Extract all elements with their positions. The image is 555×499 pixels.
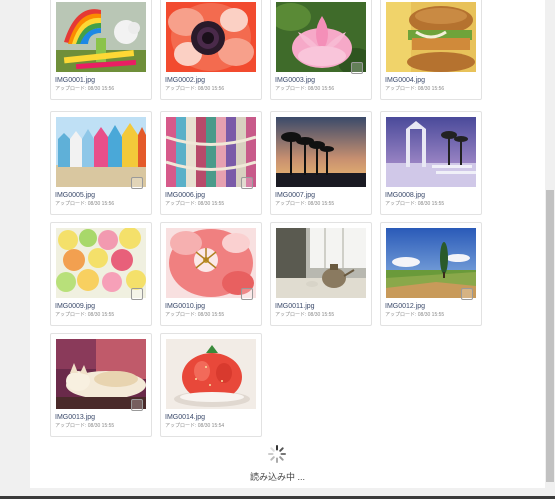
upload-date: アップロード: 08/30 15:55	[275, 312, 335, 318]
select-checkbox[interactable]	[241, 288, 253, 300]
upload-date: アップロード: 08/30 15:55	[275, 201, 335, 207]
thumbnail-image	[276, 228, 366, 298]
image-card[interactable]: IMG0011.jpg アップロード: 08/30 15:55	[270, 222, 372, 326]
image-card[interactable]: IMG0007.jpg アップロード: 08/30 15:55	[270, 111, 372, 215]
image-card[interactable]: IMG0002.jpg アップロード: 08/30 15:56	[160, 0, 262, 100]
bottom-bar	[0, 488, 555, 499]
image-card[interactable]: IMG0010.jpg アップロード: 08/30 15:55	[160, 222, 262, 326]
thumbnail-image	[276, 117, 366, 187]
image-card[interactable]: IMG0003.jpg アップロード: 08/30 15:56	[270, 0, 372, 100]
upload-date: アップロード: 08/30 15:54	[165, 423, 225, 429]
image-filename: IMG0008.jpg	[385, 192, 426, 199]
select-checkbox[interactable]	[461, 288, 473, 300]
image-card[interactable]: IMG0005.jpg アップロード: 08/30 15:56	[50, 111, 152, 215]
vertical-scrollbar[interactable]	[545, 0, 555, 488]
upload-date: アップロード: 08/30 15:55	[385, 312, 445, 318]
image-card[interactable]: IMG0008.jpg アップロード: 08/30 15:55	[380, 111, 482, 215]
thumbnail-image	[386, 117, 476, 187]
upload-date: アップロード: 08/30 15:56	[55, 201, 115, 207]
image-filename: IMG0009.jpg	[55, 303, 96, 310]
image-card[interactable]: IMG0012.jpg アップロード: 08/30 15:55	[380, 222, 482, 326]
loading-indicator: 読み込み中 ...	[30, 442, 525, 486]
upload-date: アップロード: 08/30 15:56	[55, 86, 115, 92]
image-card[interactable]: IMG0014.jpg アップロード: 08/30 15:54	[160, 333, 262, 437]
loading-label: 読み込み中 ...	[249, 472, 305, 482]
image-filename: IMG0011.jpg	[275, 303, 315, 310]
upload-date: アップロード: 08/30 15:55	[55, 312, 115, 318]
thumbnail-image	[166, 339, 256, 409]
image-card[interactable]: IMG0013.jpg アップロード: 08/30 15:55	[50, 333, 152, 437]
select-checkbox[interactable]	[131, 177, 143, 189]
image-card[interactable]: IMG0001.jpg アップロード: 08/30 15:56	[50, 0, 152, 100]
image-filename: IMG0013.jpg	[55, 414, 96, 421]
image-filename: IMG0003.jpg	[275, 77, 316, 84]
image-filename: IMG0002.jpg	[165, 77, 206, 84]
image-grid: IMG0001.jpg アップロード: 08/30 15:56 IMG0002.…	[50, 0, 490, 440]
image-filename: IMG0010.jpg	[165, 303, 206, 310]
scrollbar-thumb[interactable]	[546, 190, 554, 482]
upload-date: アップロード: 08/30 15:56	[165, 86, 225, 92]
select-checkbox[interactable]	[241, 177, 253, 189]
image-card[interactable]: IMG0004.jpg アップロード: 08/30 15:56	[380, 0, 482, 100]
image-filename: IMG0005.jpg	[55, 192, 96, 199]
select-checkbox[interactable]	[351, 62, 363, 74]
upload-date: アップロード: 08/30 15:55	[385, 201, 445, 207]
image-filename: IMG0014.jpg	[165, 414, 206, 421]
select-checkbox[interactable]	[131, 399, 143, 411]
image-card[interactable]: IMG0006.jpg アップロード: 08/30 15:55	[160, 111, 262, 215]
spinner-icon	[267, 444, 287, 464]
image-card[interactable]: IMG0009.jpg アップロード: 08/30 15:55	[50, 222, 152, 326]
thumbnail-image	[166, 2, 256, 72]
upload-date: アップロード: 08/30 15:55	[165, 201, 225, 207]
thumbnail-image	[386, 2, 476, 72]
image-filename: IMG0007.jpg	[275, 192, 316, 199]
upload-date: アップロード: 08/30 15:55	[165, 312, 225, 318]
image-filename: IMG0001.jpg	[55, 77, 96, 84]
select-checkbox[interactable]	[131, 288, 143, 300]
upload-date: アップロード: 08/30 15:56	[385, 86, 445, 92]
upload-date: アップロード: 08/30 15:56	[275, 86, 335, 92]
image-filename: IMG0006.jpg	[165, 192, 206, 199]
image-filename: IMG0004.jpg	[385, 77, 426, 84]
thumbnail-image	[56, 2, 146, 72]
upload-date: アップロード: 08/30 15:55	[55, 423, 115, 429]
image-filename: IMG0012.jpg	[385, 303, 426, 310]
